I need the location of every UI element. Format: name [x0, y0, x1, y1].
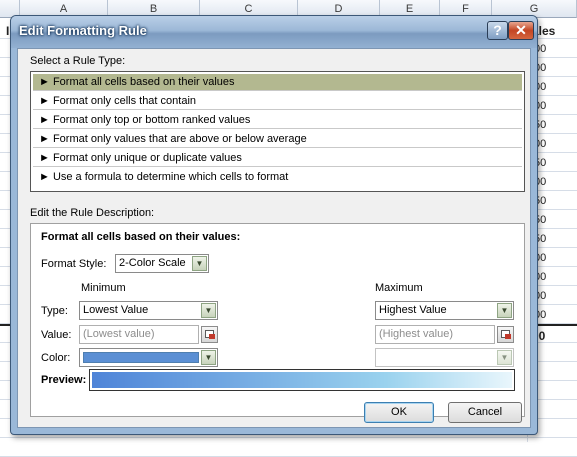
description-title: Format all cells based on their values: — [41, 231, 241, 243]
rule-description-panel: Format all cells based on their values: … — [30, 223, 525, 417]
minimum-type-select[interactable]: Lowest Value ▼ — [79, 301, 218, 320]
close-button[interactable]: ✕ — [508, 21, 534, 40]
maximum-value-input[interactable]: (Highest value) — [375, 325, 495, 344]
minimum-color-picker[interactable]: ▼ — [79, 348, 218, 367]
chevron-down-icon[interactable]: ▼ — [192, 256, 207, 271]
rule-type-item[interactable]: ► Format only top or bottom ranked value… — [33, 112, 522, 129]
chevron-down-icon[interactable]: ▼ — [497, 303, 512, 318]
rule-type-item[interactable]: ► Format only cells that contain — [33, 93, 522, 110]
rule-type-item[interactable]: ► Format all cells based on their values — [33, 74, 522, 91]
range-picker-icon-accent — [209, 334, 215, 339]
rule-type-item[interactable]: ► Format only values that are above or b… — [33, 131, 522, 148]
chevron-down-icon[interactable]: ▼ — [201, 350, 216, 365]
maximum-type-select[interactable]: Highest Value ▼ — [375, 301, 514, 320]
color-label: Color: — [41, 352, 71, 364]
maximum-type-value: Highest Value — [379, 304, 447, 316]
help-icon: ? — [493, 22, 502, 38]
format-style-label: Format Style: — [41, 258, 107, 270]
grid-line — [0, 437, 577, 438]
edit-description-label: Edit the Rule Description: — [30, 207, 155, 219]
minimum-color-swatch — [83, 352, 199, 363]
rule-type-list[interactable]: ► Format all cells based on their values… — [30, 71, 525, 192]
cancel-button[interactable]: Cancel — [448, 402, 522, 423]
type-label: Type: — [41, 305, 68, 317]
help-button[interactable]: ? — [487, 21, 508, 40]
preview-label: Preview: — [41, 374, 87, 386]
maximum-range-picker-button[interactable] — [497, 326, 514, 343]
format-style-value: 2-Color Scale — [119, 257, 186, 269]
select-rule-type-label: Select a Rule Type: — [30, 55, 126, 67]
rule-type-item[interactable]: ► Use a formula to determine which cells… — [33, 169, 522, 186]
maximum-color-picker[interactable]: ▼ — [375, 348, 514, 367]
preview-gradient — [92, 372, 512, 388]
edit-formatting-rule-dialog: Edit Formatting Rule ? ✕ Select a Rule T… — [10, 15, 538, 435]
minimum-heading: Minimum — [81, 282, 126, 294]
maximum-heading: Maximum — [375, 282, 423, 294]
minimum-type-value: Lowest Value — [83, 304, 149, 316]
dialog-titlebar[interactable]: Edit Formatting Rule ? ✕ — [11, 16, 537, 48]
minimum-value-input[interactable]: (Lowest value) — [79, 325, 199, 344]
range-picker-icon-accent — [505, 334, 511, 339]
close-icon: ✕ — [515, 22, 527, 38]
rule-type-item[interactable]: ► Format only unique or duplicate values — [33, 150, 522, 167]
chevron-down-icon[interactable]: ▼ — [201, 303, 216, 318]
format-style-select[interactable]: 2-Color Scale ▼ — [115, 254, 209, 273]
ok-button[interactable]: OK — [364, 402, 434, 423]
dialog-body: Select a Rule Type: ► Format all cells b… — [17, 48, 531, 428]
chevron-down-icon[interactable]: ▼ — [497, 350, 512, 365]
value-label: Value: — [41, 329, 72, 341]
preview-box — [89, 369, 515, 391]
dialog-title: Edit Formatting Rule — [19, 23, 147, 38]
minimum-range-picker-button[interactable] — [201, 326, 218, 343]
